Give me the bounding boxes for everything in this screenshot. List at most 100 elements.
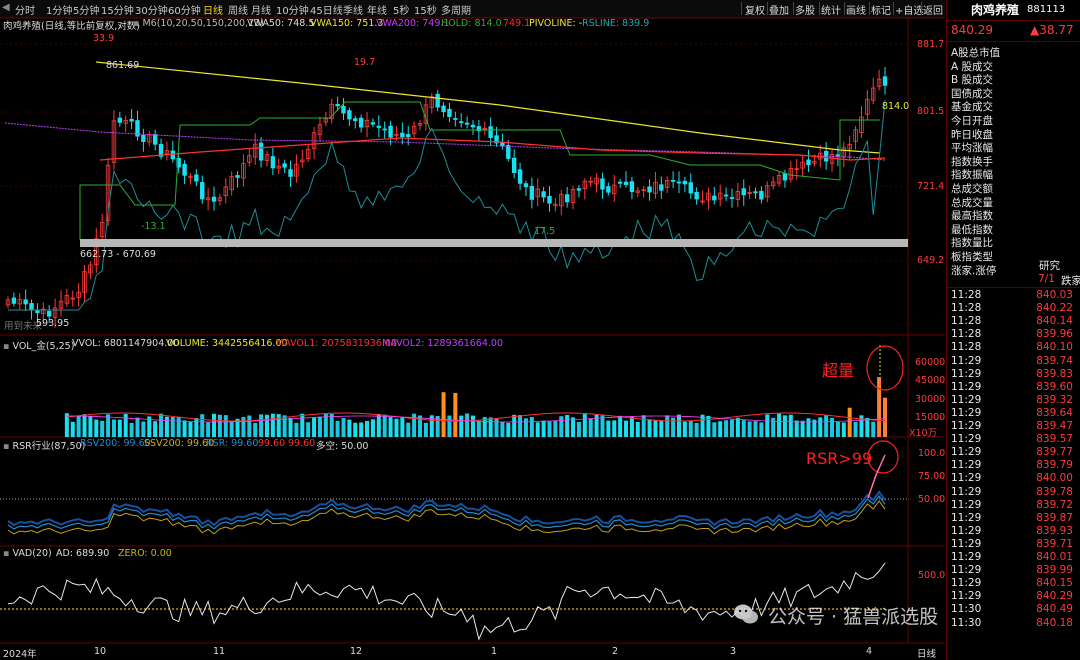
volume-bar: [317, 416, 322, 437]
volume-bar: [259, 414, 264, 437]
updown-value: 7/1: [1038, 273, 1055, 285]
vol-legend-mavol2: MAVOL2: 1289361664.00: [382, 338, 504, 349]
volume-bar: [582, 414, 587, 437]
candle-body: [388, 125, 393, 138]
m6-params: M6(10,20,50,150,200,13): [142, 18, 264, 29]
rsr-legend-v1: 99.60: [258, 438, 286, 449]
volume-bar: [835, 421, 840, 437]
volume-bar: [194, 418, 199, 437]
annotation-hi1: 33.9: [93, 33, 115, 44]
tick-price: 840.00: [1036, 472, 1073, 485]
candle-body: [441, 105, 446, 113]
volume-bar: [653, 420, 658, 437]
candle-body: [659, 184, 664, 191]
volume-bar: [376, 413, 381, 437]
x-label-dec: 12: [350, 646, 363, 657]
volume-bar: [512, 414, 517, 437]
candle-body: [541, 191, 546, 198]
volume-bar: [724, 420, 729, 437]
volume-bar: [553, 420, 558, 437]
candle-body: [647, 186, 652, 193]
volume-bar: [529, 417, 534, 437]
candle-body: [288, 169, 293, 177]
candle-body: [358, 117, 364, 128]
tick-price: 840.10: [1036, 341, 1073, 354]
annotation-band: 662.73 - 670.69: [80, 249, 156, 260]
candle-body: [353, 118, 358, 122]
volume-bar: [777, 413, 782, 437]
volume-bar: [747, 421, 752, 437]
annotation-peak: 861.69: [106, 60, 140, 71]
rsr-legend-v2: 99.60: [288, 438, 316, 449]
volume-bar: [871, 421, 876, 437]
vol-legend-name: VOL_金(5,25): [12, 341, 75, 352]
tick-time: 11:29: [951, 459, 982, 472]
volume-bar: [659, 421, 664, 437]
tick-time: 11:28: [951, 289, 982, 301]
volume-bar: [100, 420, 105, 437]
legend-hold-val: 749.1: [503, 18, 531, 29]
vad-axis-1: 500.0: [918, 570, 946, 581]
volume-bar: [394, 418, 399, 437]
candle-body: [47, 311, 52, 317]
volume-bar: [518, 414, 523, 437]
tick-time: 11:29: [951, 367, 982, 380]
volume-bar: [476, 420, 481, 437]
volume-bar: [164, 416, 169, 437]
candle-body: [453, 118, 458, 120]
annotation-low2: 17.5: [534, 226, 556, 237]
rsr-legend-rsr: RSR: 99.60: [206, 438, 259, 449]
volume-bar: [641, 415, 646, 437]
volume-bar: [771, 417, 776, 437]
candle-body: [435, 93, 440, 108]
x-label-period: 日线: [917, 649, 937, 660]
volume-bar: [806, 418, 811, 437]
candle-body: [270, 156, 276, 169]
tick-price: 840.01: [1036, 551, 1073, 563]
volume-bar: [282, 415, 287, 437]
volume-bar: [117, 419, 122, 437]
candle-body: [23, 299, 28, 305]
volume-bar: [212, 413, 217, 437]
volume-bar: [188, 421, 193, 437]
volume-callout-circle: [866, 345, 904, 391]
x-label-nov: 11: [213, 646, 226, 657]
rsr-blue-line: [7, 494, 886, 530]
volume-bar: [382, 414, 387, 437]
vol-legend-mavol1: MAVOL1: 2075831936.00: [276, 338, 398, 349]
vad-legend-icon: ▪ VAD(20): [3, 548, 52, 559]
candle-body: [200, 182, 205, 200]
volume-bar: [159, 413, 164, 437]
tick-time: 11:29: [951, 380, 982, 393]
rsr-axis-1: 100.0: [918, 448, 946, 459]
vol-unit: X10万: [909, 428, 938, 439]
candle-body: [670, 179, 676, 182]
volume-bar: [765, 414, 770, 437]
volume-bar: [576, 421, 581, 437]
candle-body: [617, 181, 623, 184]
tick-time: 11:29: [951, 393, 982, 406]
volume-bar: [388, 417, 393, 437]
volume-bar: [470, 415, 475, 437]
rsr-legend-dk: 多空: 50.00: [316, 441, 369, 452]
volume-bar: [206, 422, 211, 437]
kline-chart-canvas[interactable]: [0, 0, 945, 660]
volume-bar: [94, 419, 99, 437]
volume-bar: [830, 417, 835, 437]
volume-bar: [547, 421, 552, 437]
tick-price: 839.72: [1036, 498, 1073, 511]
volume-bar: [459, 415, 464, 437]
index-change: ▲38.77: [1030, 23, 1074, 37]
tick-price: 840.15: [1036, 577, 1073, 590]
tick-time: 11:28: [951, 315, 982, 328]
volume-bar: [718, 421, 723, 437]
candle-body: [576, 188, 582, 191]
tick-time: 11:30: [951, 603, 982, 616]
volume-bar: [877, 377, 882, 437]
tick-time: 11:30: [951, 616, 982, 629]
candle-body: [341, 105, 346, 114]
volume-bar: [423, 422, 428, 437]
candle-body: [500, 142, 505, 147]
x-label-mar: 3: [730, 646, 737, 657]
candle-body: [376, 125, 382, 128]
